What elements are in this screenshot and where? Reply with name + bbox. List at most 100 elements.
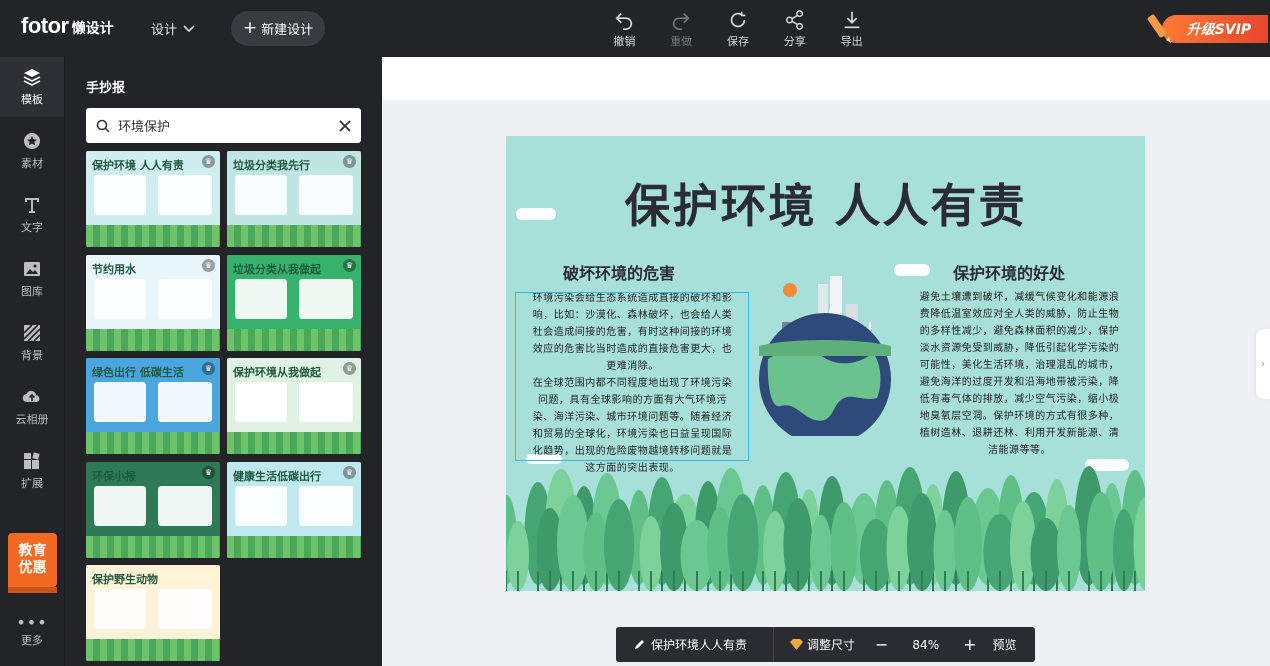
document-name[interactable]: 保护环境人人有责	[616, 627, 774, 662]
nav-background-label: 背景	[21, 349, 43, 362]
template-thumb[interactable]: 保护环境从我做起 ♛	[227, 358, 361, 454]
premium-crown-icon: ♛	[202, 155, 215, 168]
poster-right-heading[interactable]: 保护环境的好处	[953, 260, 1065, 284]
fotor-logo[interactable]: fotor 懒设计	[21, 13, 114, 41]
earth-city-illustration[interactable]	[758, 274, 896, 436]
template-panel: 手抄报 保护环境 人人有责♛垃圾分类我先行♛节约用水♛垃圾分类从我做起♛绿色出行…	[64, 57, 382, 666]
resize-button[interactable]: 调整尺寸	[790, 636, 855, 653]
export-label: 导出	[840, 35, 863, 48]
template-thumb[interactable]: 绿色出行 低碳生活 ♛	[86, 358, 220, 454]
save-label: 保存	[726, 35, 749, 48]
tree-trunk	[955, 571, 957, 591]
tree-trunk	[1068, 571, 1070, 591]
edu-line1: 教育	[18, 543, 47, 559]
template-thumb-title: 垃圾分类从我做起	[233, 262, 321, 276]
nav-more[interactable]: ••• 更多	[0, 600, 64, 660]
preview-label: 预览	[992, 638, 1017, 652]
nav-extension[interactable]: 扩展	[0, 441, 64, 501]
template-thumb-textbox	[299, 485, 353, 526]
template-icon	[23, 69, 41, 86]
template-thumb-title: 保护环境 人人有责	[92, 159, 184, 172]
nav-template-label: 模板	[21, 93, 43, 106]
nav-gallery-label: 图库	[21, 285, 43, 298]
template-thumb-grass	[227, 432, 361, 454]
template-thumb[interactable]: 节约用水 ♛	[86, 254, 220, 351]
template-thumb-textbox	[158, 485, 212, 526]
nav-template[interactable]: 模板	[0, 57, 64, 117]
tree-trunk	[595, 571, 597, 591]
template-thumb-textbox	[94, 382, 146, 422]
template-thumb-textbox	[94, 175, 146, 215]
design-menu-label: 设计	[151, 23, 178, 38]
template-thumb-grass	[86, 432, 220, 454]
edu-discount-button[interactable]: 教育 优惠	[8, 533, 57, 593]
poster-left-heading[interactable]: 破坏环境的危害	[563, 260, 675, 284]
search-input[interactable]	[118, 118, 339, 133]
premium-crown-icon: ♛	[202, 465, 215, 479]
text-icon	[25, 198, 39, 213]
template-thumb[interactable]: 垃圾分类从我做起 ♛	[227, 254, 361, 351]
share-icon	[785, 10, 803, 30]
template-thumb-grass	[86, 328, 220, 351]
undo-button[interactable]: 撤销	[596, 9, 653, 49]
export-button[interactable]: 导出	[823, 9, 880, 49]
toolbar: 撤销 重做 保存 分享 导出	[596, 9, 880, 49]
tree-trunk	[1100, 571, 1102, 591]
tree-trunk	[537, 571, 539, 591]
template-thumb[interactable]: 垃圾分类我先行 ♛	[227, 151, 361, 247]
plus-icon: +	[242, 18, 258, 38]
template-thumb-textbox	[158, 278, 212, 319]
gallery-icon	[24, 262, 40, 276]
template-thumb[interactable]: 环保小报 ♛	[86, 461, 220, 558]
template-thumb-grass	[86, 225, 220, 247]
tree-trunk	[661, 571, 663, 591]
zoom-level[interactable]: 84%	[912, 638, 939, 652]
right-panel-toggle[interactable]: ›	[1256, 329, 1270, 399]
tree-trunk	[618, 571, 620, 591]
tree-trunk	[762, 571, 764, 591]
template-thumb-grass	[86, 535, 220, 558]
diamond-icon	[790, 639, 803, 650]
tree-trunk	[572, 571, 574, 591]
template-thumb[interactable]: 保护环境 人人有责 ♛	[86, 151, 220, 247]
nav-background[interactable]: 背景	[0, 313, 64, 373]
zoom-in-button[interactable]: +	[963, 635, 976, 654]
zoom-out-button[interactable]: −	[875, 635, 888, 654]
background-icon	[23, 324, 41, 342]
poster-canvas[interactable]: 保护环境 人人有责 破坏环境的危害 保护环境的好处 环境污染会给生态系统造成直接…	[506, 136, 1145, 591]
nav-gallery[interactable]: 图库	[0, 249, 64, 309]
tree-trunk	[1045, 571, 1047, 591]
new-design-button[interactable]: + 新建设计	[231, 11, 325, 46]
template-thumb-title: 绿色出行 低碳生活	[92, 366, 184, 379]
design-menu[interactable]: 设计	[151, 19, 195, 38]
template-thumb-textbox	[158, 589, 212, 629]
clear-icon[interactable]	[339, 119, 351, 132]
nav-text[interactable]: 文字	[0, 185, 64, 245]
premium-crown-icon: ♛	[343, 362, 356, 375]
selection-box	[515, 292, 749, 461]
search-box	[86, 108, 361, 143]
template-thumb-textbox	[299, 382, 353, 422]
nav-more-label: 更多	[21, 633, 43, 647]
edu-line2: 优惠	[18, 560, 47, 576]
nav-material[interactable]: 素材	[0, 121, 64, 181]
upgrade-svip-button[interactable]: 升级SVIP	[1145, 12, 1270, 46]
search-icon	[96, 119, 110, 133]
plus-icon: +	[963, 635, 977, 654]
redo-icon	[673, 12, 690, 30]
template-thumb-textbox	[235, 278, 287, 319]
save-button[interactable]: 保存	[710, 9, 767, 49]
zoom-level-label: 84%	[912, 637, 940, 652]
template-thumb[interactable]: 保护野生动物	[86, 565, 220, 661]
share-button[interactable]: 分享	[766, 9, 823, 49]
template-thumb[interactable]: 健康生活低碳出行 ♛	[227, 461, 361, 558]
share-label: 分享	[783, 35, 806, 48]
export-icon	[844, 11, 859, 29]
redo-button[interactable]: 重做	[653, 9, 710, 49]
document-name-label: 保护环境人人有责	[651, 638, 748, 652]
poster-right-text[interactable]: 避免土壤遭到破坏，减缓气候变化和能源浪费降低温室效应对全人类的威胁，防止生物的多…	[917, 289, 1122, 459]
nav-cloud-album[interactable]: 云相册	[0, 377, 64, 437]
preview-button[interactable]: 预览	[993, 636, 1017, 653]
top-bar: fotor 懒设计 设计 + 新建设计 撤销 重做 保存 分享 导出 升级SVI…	[0, 0, 1270, 57]
poster-title[interactable]: 保护环境 人人有责	[506, 170, 1145, 236]
